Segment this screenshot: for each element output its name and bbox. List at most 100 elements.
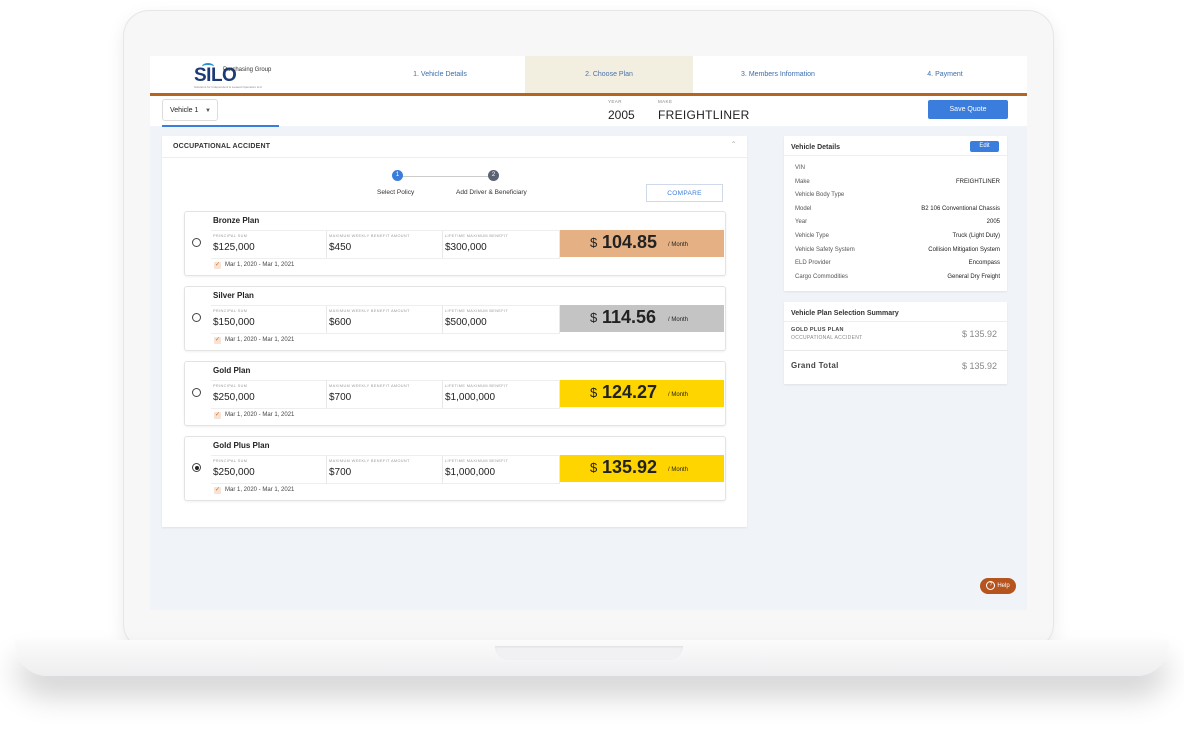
wizard-step-1-circle: 1 [392,170,403,181]
vehicle-detail-row: Make FREIGHTLINER [795,179,1000,189]
help-label: Help [997,583,1010,589]
plan-field-value: $150,000 [213,317,255,328]
plan-field-label: LIFETIME MAXIMUM BENEFIT [445,309,509,313]
save-quote-button[interactable]: Save Quote [928,100,1008,119]
plan-field-principal: PRINCIPAL SUM $125,000 [211,231,327,258]
plan-field-label: PRINCIPAL SUM [213,234,248,238]
vehicle-select[interactable]: Vehicle 1 ▼ [162,99,218,121]
plan-field-lifetime: LIFETIME MAXIMUM BENEFIT $1,000,000 [443,456,560,483]
detail-value: B2 106 Conventional Chassis [921,205,1000,212]
plan-card[interactable]: Bronze Plan PRINCIPAL SUM $125,000 MAXIMUM … [184,211,726,276]
detail-value: Collision Mitigation System [928,246,1000,253]
plan-price-box: $135.92 / Month [560,455,724,482]
plan-field-value: $1,000,000 [445,467,496,478]
plan-field-label: MAXIMUM WEEKLY BENEFIT AMOUNT [329,384,410,388]
plan-field-value: $300,000 [445,242,487,253]
plan-radio[interactable] [192,313,201,322]
vehicle-detail-row: Cargo Commodities General Dry Freight [795,274,1000,284]
currency-symbol: $ [590,310,598,325]
plan-field-label: LIFETIME MAXIMUM BENEFIT [445,234,509,238]
plan-date-range: Mar 1, 2020 - Mar 1, 2021 [225,487,295,493]
plan-field-label: MAXIMUM WEEKLY BENEFIT AMOUNT [329,459,410,463]
vehicle-tab-indicator [162,125,279,127]
check-icon: ✓ [214,412,221,419]
plan-field-label: MAXIMUM WEEKLY BENEFIT AMOUNT [329,234,410,238]
vehicle-detail-row: Model B2 106 Conventional Chassis [795,206,1000,216]
detail-key: Vehicle Body Type [795,192,845,199]
plan-field-lifetime: LIFETIME MAXIMUM BENEFIT $1,000,000 [443,381,560,408]
plan-card[interactable]: Silver Plan PRINCIPAL SUM $150,000 MAXIMUM … [184,286,726,351]
step-members-information[interactable]: 3. Members Information [693,56,863,93]
plan-card[interactable]: Gold Plan PRINCIPAL SUM $250,000 MAXIMUM WE… [184,361,726,426]
chevron-up-icon[interactable]: ⌃ [730,140,737,149]
help-button[interactable]: ? Help [980,578,1016,594]
plan-card[interactable]: Gold Plus Plan PRINCIPAL SUM $250,000 MAXIM… [184,436,726,501]
vehicle-select-value: Vehicle 1 [170,107,199,114]
vehicle-detail-row: VIN [795,165,1000,175]
vehicle-detail-row: Vehicle Body Type [795,192,1000,202]
plan-date-range: Mar 1, 2020 - Mar 1, 2021 [225,337,295,343]
price-period: / Month [668,242,689,248]
plan-fields: PRINCIPAL SUM $250,000 MAXIMUM WEEKLY BENE… [211,380,560,409]
detail-key: VIN [795,165,806,171]
plan-price-box: $114.56 / Month [560,305,724,332]
plan-field-value: $700 [329,392,352,403]
plan-field-label: PRINCIPAL SUM [213,309,248,313]
plan-name: Gold Plus Plan [213,441,270,450]
wizard-step-2-circle: 2 [488,170,499,181]
panel-header[interactable]: OCCUPATIONAL ACCIDENT ⌃ [162,136,747,158]
vehicle-detail-row: ELD Provider Encompass [795,260,1000,270]
step-vehicle-details[interactable]: 1. Vehicle Details [390,56,490,93]
detail-key: Vehicle Safety System [795,246,855,253]
plan-radio[interactable] [192,388,201,397]
detail-value: Truck (Light Duty) [952,233,1000,239]
plan-radio[interactable] [192,463,201,472]
top-bar: SILO Purchasing Group Solutions for Inde… [150,56,1027,96]
plan-field-value: $500,000 [445,317,487,328]
plan-field-value: $250,000 [213,392,255,403]
edit-button[interactable]: Edit [970,141,999,152]
currency-symbol: $ [590,235,598,250]
detail-key: Year [795,219,808,226]
plan-name: Silver Plan [213,291,254,300]
plan-name: Bronze Plan [213,216,260,225]
plan-summary-card: Vehicle Plan Selection Summary GOLD PLUS… [784,302,1007,384]
plan-field-weekly: MAXIMUM WEEKLY BENEFIT AMOUNT $450 [327,231,443,258]
detail-key: Model [795,205,812,212]
laptop-notch [495,646,683,660]
wizard-step-2-label: Add Driver & Beneficiary [456,189,527,196]
plan-field-lifetime: LIFETIME MAXIMUM BENEFIT $500,000 [443,306,560,333]
check-icon: ✓ [214,262,221,269]
make-value: FREIGHTLINER [658,108,750,122]
plan-field-label: MAXIMUM WEEKLY BENEFIT AMOUNT [329,309,410,313]
plan-date-range: Mar 1, 2020 - Mar 1, 2021 [225,412,295,418]
divider [784,321,1007,322]
compare-button[interactable]: COMPARE [646,184,723,202]
detail-value: General Dry Freight [947,273,1000,280]
plan-radio[interactable] [192,238,201,247]
plan-field-principal: PRINCIPAL SUM $150,000 [211,306,327,333]
logo-tagline: Solutions for Independent & Leased Opera… [194,85,263,89]
summary-plan-amount: $ 135.92 [961,329,997,339]
plan-price: 104.85 [602,232,658,252]
summary-plan-type: OCCUPATIONAL ACCIDENT [791,335,863,341]
plan-price-box: $104.85 / Month [560,230,724,257]
plan-field-value: $1,000,000 [445,392,496,403]
panel-title: OCCUPATIONAL ACCIDENT [173,143,271,150]
divider [784,350,1007,351]
plan-field-label: LIFETIME MAXIMUM BENEFIT [445,459,509,463]
plan-field-weekly: MAXIMUM WEEKLY BENEFIT AMOUNT $700 [327,381,443,408]
summary-plan-name: GOLD PLUS PLAN [791,327,844,333]
step-choose-plan[interactable]: 2. Choose Plan [525,56,693,93]
plan-fields: PRINCIPAL SUM $150,000 MAXIMUM WEEKLY BENE… [211,305,560,334]
step-payment[interactable]: 4. Payment [863,56,1027,93]
currency-symbol: $ [590,385,598,400]
detail-key: ELD Provider [795,260,831,267]
occupational-accident-panel: OCCUPATIONAL ACCIDENT ⌃ 1 2 Select Polic… [162,136,747,527]
plan-field-lifetime: LIFETIME MAXIMUM BENEFIT $300,000 [443,231,560,258]
detail-value: 2005 [986,219,1000,226]
plan-field-value: $450 [329,242,352,253]
app-screen: SILO Purchasing Group Solutions for Inde… [150,56,1027,610]
plan-name: Gold Plan [213,366,251,375]
plan-date-range: Mar 1, 2020 - Mar 1, 2021 [225,262,295,268]
